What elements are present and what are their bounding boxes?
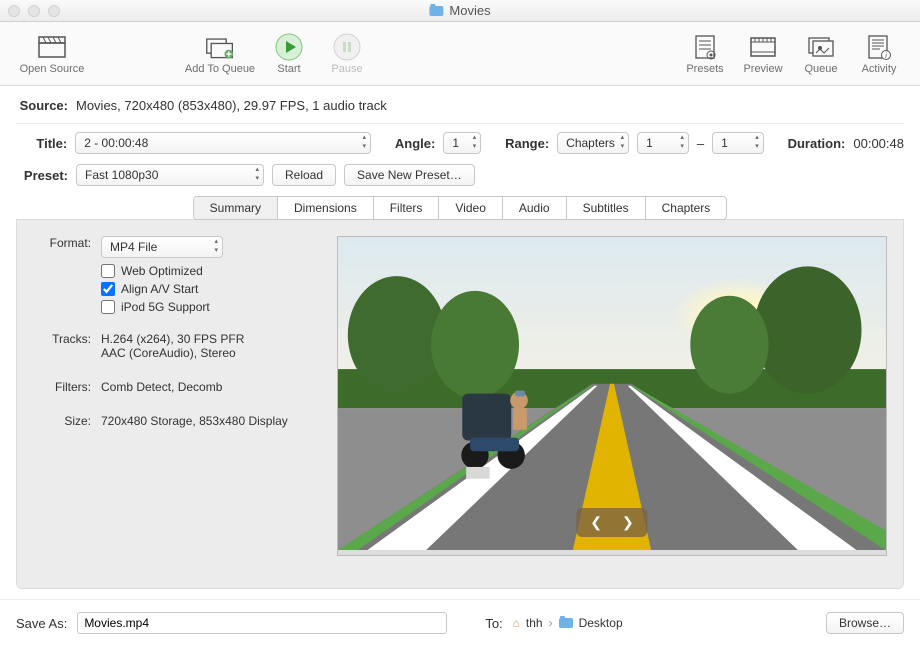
presets-icon (690, 33, 720, 61)
activity-button[interactable]: i Activity (850, 26, 908, 82)
add-queue-icon (205, 33, 235, 61)
titlebar: Movies (0, 0, 920, 22)
start-button[interactable]: Start (260, 26, 318, 82)
source-label: Source: (16, 98, 68, 113)
presets-button[interactable]: Presets (676, 26, 734, 82)
open-source-button[interactable]: Open Source (12, 26, 92, 82)
chevron-right-icon: › (549, 616, 553, 630)
reload-button[interactable]: Reload (272, 164, 336, 186)
preview-next-button[interactable]: ❯ (622, 514, 634, 531)
preview-navigation: ❮ ❯ (576, 508, 647, 537)
content-area: Source: Movies, 720x480 (853x480), 29.97… (0, 86, 920, 599)
format-label: Format: (33, 236, 91, 258)
duration-label: Duration: (788, 136, 846, 151)
title-select[interactable]: 2 - 00:00:48 (75, 132, 371, 154)
range-label: Range: (505, 136, 549, 151)
format-select[interactable]: MP4 File (101, 236, 223, 258)
tabs: Summary Dimensions Filters Video Audio S… (193, 196, 728, 220)
pause-icon (332, 33, 362, 61)
tab-chapters[interactable]: Chapters (646, 197, 727, 219)
home-icon: ⌂ (513, 616, 520, 630)
preset-label: Preset: (16, 168, 68, 183)
window-title: Movies (429, 3, 490, 18)
close-window-icon[interactable] (8, 5, 20, 17)
tab-video[interactable]: Video (439, 197, 502, 219)
activity-icon: i (864, 33, 894, 61)
preset-select[interactable]: Fast 1080p30 (76, 164, 264, 186)
tab-filters[interactable]: Filters (374, 197, 440, 219)
toolbar: Open Source Add To Queue Start Pause (0, 22, 920, 86)
range-separator: – (697, 136, 704, 151)
pause-button: Pause (318, 26, 376, 82)
tab-audio[interactable]: Audio (503, 197, 567, 219)
size-label: Size: (33, 414, 91, 428)
summary-panel: Format: MP4 File Web Optimized Align A/V… (16, 219, 904, 589)
tab-summary[interactable]: Summary (194, 197, 278, 219)
duration-value: 00:00:48 (853, 136, 904, 151)
divider (16, 123, 904, 124)
tab-subtitles[interactable]: Subtitles (567, 197, 646, 219)
folder-icon (559, 618, 573, 628)
to-user: thh (526, 616, 543, 630)
filters-label: Filters: (33, 380, 91, 394)
source-value: Movies, 720x480 (853x480), 29.97 FPS, 1 … (76, 98, 387, 113)
tracks-label: Tracks: (33, 332, 91, 360)
saveas-label: Save As: (16, 616, 67, 631)
range-mode-select[interactable]: Chapters (557, 132, 629, 154)
size-value: 720x480 Storage, 853x480 Display (101, 414, 288, 428)
preview-button[interactable]: Preview (734, 26, 792, 82)
folder-icon (429, 6, 443, 16)
title-label: Title: (16, 136, 67, 151)
web-optimized-checkbox[interactable]: Web Optimized (101, 264, 313, 278)
queue-button[interactable]: Queue (792, 26, 850, 82)
save-new-preset-button[interactable]: Save New Preset… (344, 164, 475, 186)
window-title-text: Movies (449, 3, 490, 18)
preview-icon (748, 33, 778, 61)
zoom-window-icon[interactable] (48, 5, 60, 17)
queue-icon (806, 33, 836, 61)
minimize-window-icon[interactable] (28, 5, 40, 17)
preview-prev-button[interactable]: ❮ (590, 514, 602, 531)
saveas-input[interactable] (77, 612, 447, 634)
preview-image: ❮ ❯ (337, 236, 887, 556)
align-av-checkbox[interactable]: Align A/V Start (101, 282, 313, 296)
add-to-queue-button[interactable]: Add To Queue (180, 26, 260, 82)
filters-value: Comb Detect, Decomb (101, 380, 222, 394)
browse-button[interactable]: Browse… (826, 612, 904, 634)
range-to-select[interactable]: 1 (712, 132, 764, 154)
window-controls (8, 5, 60, 17)
to-folder: Desktop (579, 616, 623, 630)
tracks-video: H.264 (x264), 30 FPS PFR (101, 332, 244, 346)
play-icon (274, 33, 304, 61)
range-from-select[interactable]: 1 (637, 132, 689, 154)
clapperboard-icon (37, 33, 67, 61)
to-label: To: (485, 616, 502, 631)
tab-dimensions[interactable]: Dimensions (278, 197, 374, 219)
tracks-audio: AAC (CoreAudio), Stereo (101, 346, 244, 360)
footer: Save As: To: ⌂ thh › Desktop Browse… (0, 599, 920, 646)
angle-select[interactable]: 1 (443, 132, 481, 154)
destination-path[interactable]: ⌂ thh › Desktop (513, 616, 623, 630)
ipod-5g-checkbox[interactable]: iPod 5G Support (101, 300, 313, 314)
angle-label: Angle: (395, 136, 435, 151)
